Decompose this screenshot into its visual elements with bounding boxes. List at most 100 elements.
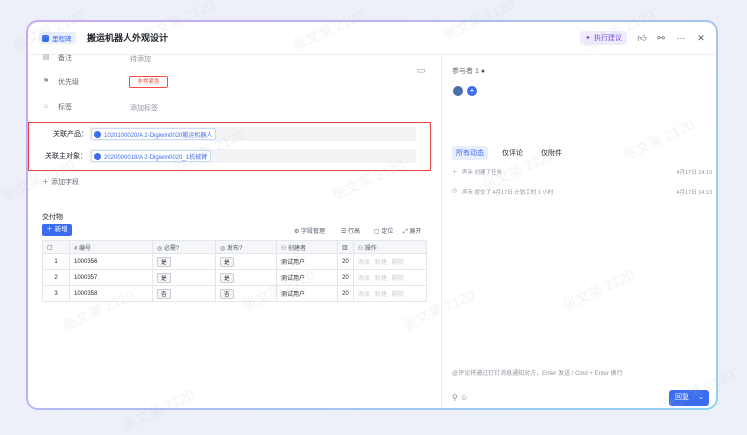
row-publish[interactable]: 是 xyxy=(215,253,277,270)
layout-icon[interactable]: ▭ xyxy=(415,64,427,76)
suggest-button[interactable]: ✦ 执行建议 xyxy=(580,31,627,45)
activity-text: 声禾 提交了 4月17日 计划工时 1 小时 xyxy=(462,190,554,196)
row-required[interactable]: 是 xyxy=(152,253,216,270)
col-required: ◎ 必需? xyxy=(152,240,216,254)
row-extra: 20 xyxy=(337,269,354,286)
publish-tag: 否 xyxy=(220,288,234,299)
plus-icon: ＋ xyxy=(46,226,55,233)
add-op[interactable]: 添加 xyxy=(358,276,370,282)
tag-value[interactable]: 添加标签 xyxy=(130,103,158,113)
comment-input[interactable]: @评论将通过钉钉消息通知对方，Enter 发送 / Cmd + Enter 换行 xyxy=(452,368,623,377)
row-creator: 测试用户 xyxy=(276,269,338,286)
link-icon[interactable]: ⚯ xyxy=(655,32,667,44)
priority-label: 优先级 xyxy=(58,79,79,86)
note-value[interactable]: 待添加 xyxy=(130,54,151,64)
chevron-down-icon[interactable]: ⌄ xyxy=(698,390,704,406)
table-row[interactable]: 1 1000356 是 是 测试用户 20 添加 新建 删除 xyxy=(42,253,427,270)
attachment-icon[interactable]: ⚲ xyxy=(452,393,458,402)
sparkle-icon: ✦ xyxy=(585,35,591,42)
col-publish: ◎ 发布? xyxy=(215,240,277,254)
row-id[interactable]: 1000357 xyxy=(69,269,153,286)
related-product-label: 关联产品： xyxy=(53,131,88,138)
new-op[interactable]: 新建 xyxy=(375,260,387,266)
user-icon: ⚇ xyxy=(281,245,289,252)
activity-tabs: 所有动态 仅评论 仅附件 xyxy=(452,146,576,160)
priority-value[interactable]: 非常紧急 xyxy=(129,76,168,88)
related-product-chip[interactable]: 1020100020/A 2-Digiwin0020搬运机器人 xyxy=(91,128,217,140)
radio-icon: ◎ xyxy=(157,245,164,252)
deliverables-table: ▢ # 编号 ◎ 必需? ◎ 发布? ⚇ 创建者 ▥ ⚇ 操作 1 100035… xyxy=(42,240,427,302)
comment-tools: ⚲ ☺ xyxy=(452,393,468,402)
new-op[interactable]: 新建 xyxy=(375,276,387,282)
activity-panel: 参与者 1 ● + 所有动态 仅评论 仅附件 ＋ 声禾 创建了任务 4月17日 14… xyxy=(441,54,716,408)
publish-tag: 是 xyxy=(220,272,234,283)
row-required[interactable]: 是 xyxy=(152,269,216,286)
add-op[interactable]: 添加 xyxy=(358,292,370,298)
related-product-field[interactable]: 1020100020/A 2-Digiwin0020搬运机器人 xyxy=(89,127,416,141)
participants-count: 1 xyxy=(474,68,479,75)
locate-button[interactable]: ▢ 定位 xyxy=(374,226,393,235)
avatar[interactable] xyxy=(453,86,463,96)
delete-op[interactable]: 删除 xyxy=(392,260,404,266)
delete-op[interactable]: 删除 xyxy=(392,292,404,298)
suggest-button-label: 执行建议 xyxy=(593,35,622,42)
table-row[interactable]: 3 1000358 否 否 测试用户 20 添加 新建 删除 xyxy=(42,285,427,302)
col-required-label: 必需? xyxy=(163,245,180,252)
table-header-row: ▢ # 编号 ◎ 必需? ◎ 发布? ⚇ 创建者 ▥ ⚇ 操作 xyxy=(42,240,427,254)
related-target-chip[interactable]: 2020000018/A 2-Digiwin0020_1机械臂 xyxy=(91,150,212,162)
row-required[interactable]: 否 xyxy=(152,285,216,302)
activity-item: ◷ 声禾 提交了 4月17日 计划工时 1 小时 4月17日 14:13 xyxy=(452,188,712,196)
note-icon: ▤ xyxy=(42,54,50,61)
row-extra: 20 xyxy=(337,285,354,302)
tag-row: ⌂ 标签 xyxy=(42,101,72,113)
row-height-label: 行高 xyxy=(348,229,361,235)
delete-op[interactable]: 删除 xyxy=(392,276,404,282)
reply-button[interactable]: 回复 ⌄ xyxy=(669,390,709,406)
tag-label: 标签 xyxy=(58,104,72,111)
milestone-badge-label: 里程碑 xyxy=(52,36,72,43)
field-manage-label: 字段管理 xyxy=(301,229,326,235)
col-ops: ⚇ 操作 xyxy=(352,240,427,254)
select-all-checkbox[interactable]: ▢ xyxy=(42,240,70,254)
tab-attachments-only[interactable]: 仅附件 xyxy=(537,146,566,160)
row-ops: 添加 新建 删除 xyxy=(352,285,427,302)
add-field-button[interactable]: ＋ 添加字段 xyxy=(42,177,79,187)
expand-label: 展开 xyxy=(409,229,422,235)
related-target-field[interactable]: 2020000018/A 2-Digiwin0020_1机械臂 xyxy=(89,149,416,163)
reply-button-label: 回复 xyxy=(675,394,689,401)
close-icon[interactable]: ✕ xyxy=(695,32,707,44)
table-row[interactable]: 2 1000357 是 是 测试用户 20 添加 新建 删除 xyxy=(42,269,427,286)
note-row: ▤ 备注 xyxy=(42,52,72,64)
add-participant-icon[interactable]: + xyxy=(467,86,477,96)
tab-all-activity[interactable]: 所有动态 xyxy=(452,146,488,160)
new-deliverable-button[interactable]: ＋ 新增 xyxy=(42,224,72,236)
more-icon[interactable]: ··· xyxy=(675,32,687,44)
row-height-button[interactable]: ☰ 行高 xyxy=(341,226,360,235)
related-target-value: 2020000018/A 2-Digiwin0020_1机械臂 xyxy=(104,154,208,161)
note-label: 备注 xyxy=(58,55,72,62)
col-ops-label: 操作 xyxy=(364,245,377,252)
field-manage-icon: ⚙ xyxy=(294,229,302,235)
row-id[interactable]: 1000358 xyxy=(69,285,153,302)
new-op[interactable]: 新建 xyxy=(375,292,387,298)
participants-header: 参与者 1 ● xyxy=(452,66,485,76)
flag-icon: ⚑ xyxy=(42,78,50,85)
col-id-label: 编号 xyxy=(79,245,92,252)
row-publish[interactable]: 否 xyxy=(215,285,277,302)
emoji-icon[interactable]: ☺ xyxy=(460,393,468,402)
field-manage-button[interactable]: ⚙ 字段管理 xyxy=(294,226,325,235)
row-creator: 测试用户 xyxy=(276,253,338,270)
col-publish-label: 发布? xyxy=(226,245,243,252)
thumbs-up-icon[interactable]: 👍︎ xyxy=(636,32,648,44)
expand-button[interactable]: ⤢ 展开 xyxy=(403,226,421,236)
col-creator: ⚇ 创建者 xyxy=(276,240,338,254)
row-publish[interactable]: 是 xyxy=(215,269,277,286)
row-id[interactable]: 1000356 xyxy=(69,253,153,270)
add-op[interactable]: 添加 xyxy=(358,260,370,266)
activity-time: 4月17日 14:13 xyxy=(676,170,712,176)
tab-comments-only[interactable]: 仅评论 xyxy=(498,146,527,160)
task-title: 搬运机器人外观设计 xyxy=(87,33,169,43)
row-ops: 添加 新建 删除 xyxy=(352,253,427,270)
col-id: # 编号 xyxy=(69,240,153,254)
plus-icon: ＋ xyxy=(42,179,51,186)
